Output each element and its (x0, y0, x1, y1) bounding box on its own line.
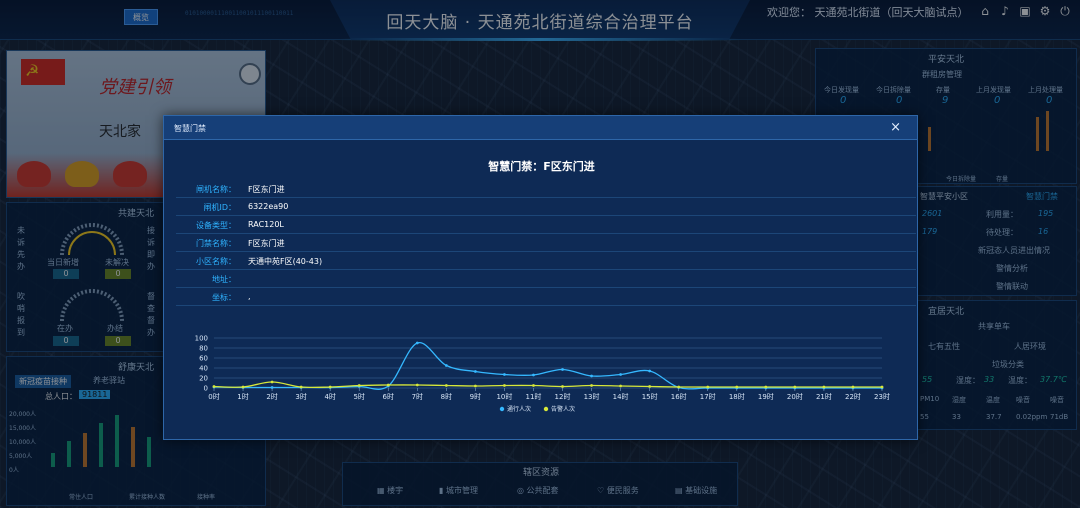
info-key: 设备类型： (196, 221, 236, 230)
info-key: 地址： (212, 275, 236, 284)
series-point (619, 384, 623, 388)
info-value: 天通中苑F区(40-43) (248, 257, 323, 266)
series-point (328, 385, 332, 389)
x-tick-label: 8时 (441, 392, 452, 401)
info-row: 设备类型： RAC120L (176, 216, 916, 234)
legend-marker (543, 406, 549, 412)
series-point (619, 373, 623, 376)
info-row: 坐标： , (176, 288, 916, 306)
x-tick-label: 13时 (584, 392, 600, 401)
series-point (299, 385, 303, 389)
dialog-header: 智慧门禁 × (164, 116, 917, 140)
gate-detail-dialog: 智慧门禁 × 智慧门禁：F区东门进 闸机名称： F区东门进 闸机ID： 6322… (163, 115, 918, 440)
series-point (270, 380, 274, 384)
series-point (473, 384, 477, 388)
series-point (590, 384, 593, 387)
series-point (386, 383, 390, 387)
series-point (590, 374, 593, 378)
traffic-chart-svg: 0 20 40 60 80 100 0时 1时 2时 3时 4时 5时 6时 7时 8时 9时 10时 11时 12… (195, 335, 890, 414)
info-value: , (248, 292, 251, 301)
y-tick-label: 0 (204, 385, 208, 393)
info-row: 小区名称： 天通中苑F区(40-43) (176, 252, 916, 270)
series-point (561, 368, 564, 371)
series-point (241, 385, 245, 389)
series-point (648, 369, 652, 373)
series-point (822, 385, 826, 389)
y-tick-label: 40 (199, 365, 208, 373)
series-point (444, 384, 448, 387)
series-point (444, 364, 448, 367)
series-point (677, 385, 681, 389)
series-line (213, 342, 882, 390)
series-point (561, 385, 564, 388)
x-tick-label: 6时 (383, 392, 394, 401)
info-value: 6322ea90 (248, 202, 289, 211)
gate-heading: 智慧门禁：F区东门进 (488, 160, 595, 173)
info-value: F区东门进 (248, 239, 285, 248)
close-icon[interactable]: × (890, 120, 901, 135)
x-tick-label: 17时 (700, 392, 716, 401)
x-tick-label: 12时 (555, 392, 571, 401)
series-point (415, 383, 419, 387)
info-value: RAC120L (248, 220, 284, 229)
traffic-chart: 0 20 40 60 80 100 0时 1时 2时 3时 4时 5时 6时 7时 8时 9时 10时 11时 12… (164, 328, 919, 440)
info-row: 门禁名称： F区东门进 (176, 234, 916, 252)
y-tick-label: 20 (199, 375, 208, 383)
info-key: 闸机ID： (203, 203, 236, 212)
x-tick-label: 14时 (613, 392, 629, 401)
x-tick-label: 1时 (237, 392, 248, 401)
x-tick-label: 10时 (496, 392, 512, 401)
series-point (880, 385, 884, 389)
x-tick-label: 4时 (324, 392, 335, 401)
info-row: 闸机名称： F区东门进 (176, 180, 916, 198)
y-tick-label: 80 (199, 345, 208, 353)
x-tick-label: 7时 (412, 392, 423, 401)
series-point (793, 385, 797, 389)
series-line (213, 381, 882, 389)
series-point (270, 386, 274, 389)
info-row: 闸机ID： 6322ea90 (176, 198, 916, 216)
series-point (735, 385, 739, 389)
info-value: F区东门进 (248, 185, 285, 194)
x-tick-label: 15时 (642, 392, 658, 401)
y-tick-label: 100 (195, 335, 208, 343)
series-point (532, 373, 535, 377)
legend-label: 告警人次 (551, 405, 575, 413)
x-tick-label: 23时 (874, 392, 890, 401)
series-point (503, 384, 506, 387)
dialog-title: 智慧门禁 (174, 124, 206, 133)
y-tick-label: 60 (199, 355, 208, 363)
legend-label: 通行人次 (507, 405, 531, 413)
info-key: 门禁名称： (196, 239, 236, 248)
x-tick-label: 11时 (526, 392, 542, 401)
info-row: 地址： (176, 270, 916, 288)
series-point (764, 385, 768, 389)
info-key: 小区名称： (196, 257, 236, 266)
x-tick-label: 20时 (787, 392, 803, 401)
x-tick-label: 18时 (729, 392, 745, 401)
series-point (706, 385, 710, 389)
x-tick-label: 22时 (845, 392, 861, 401)
series-point (648, 385, 652, 388)
x-tick-label: 9时 (470, 392, 481, 401)
series-point (851, 385, 855, 389)
info-key: 闸机名称： (196, 185, 236, 194)
x-tick-label: 16时 (671, 392, 687, 401)
x-tick-label: 19时 (758, 392, 774, 401)
x-tick-label: 3时 (295, 392, 306, 401)
series-point (415, 341, 419, 345)
info-key: 坐标： (212, 293, 236, 302)
x-tick-label: 2时 (266, 392, 277, 401)
legend-marker (499, 406, 505, 412)
x-tick-label: 0时 (208, 392, 219, 401)
x-tick-label: 21时 (816, 392, 832, 401)
series-point (212, 385, 216, 388)
series-point (473, 370, 477, 373)
series-point (357, 384, 361, 387)
series-point (503, 373, 506, 376)
series-point (532, 384, 535, 387)
x-tick-label: 5时 (353, 392, 364, 401)
